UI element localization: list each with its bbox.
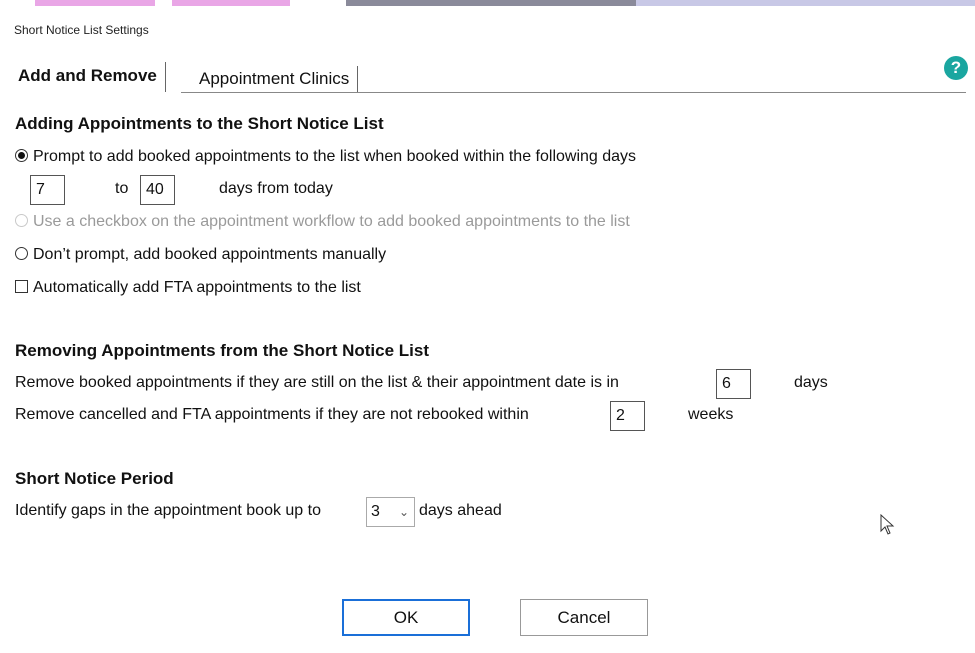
remove-booked-unit: days bbox=[794, 374, 828, 391]
auto-fta-label: Automatically add FTA appointments to th… bbox=[33, 279, 361, 296]
tab-add-and-remove[interactable]: Add and Remove bbox=[10, 62, 166, 92]
radio-prompt[interactable] bbox=[15, 149, 28, 162]
remove-cancelled-label: Remove cancelled and FTA appointments if… bbox=[15, 406, 529, 423]
period-days-value: 3 bbox=[371, 503, 380, 520]
remove-booked-label: Remove booked appointments if they are s… bbox=[15, 374, 619, 391]
cancel-button[interactable]: Cancel bbox=[520, 599, 648, 636]
radio-checkbox bbox=[15, 214, 28, 227]
radio-prompt-label: Prompt to add booked appointments to the… bbox=[33, 148, 637, 165]
days-from-today-label: days from today bbox=[219, 180, 333, 197]
remove-cancelled-weeks-input[interactable]: 2 bbox=[610, 401, 645, 431]
radio-checkbox-label: Use a checkbox on the appointment workfl… bbox=[33, 213, 630, 230]
adding-heading: Adding Appointments to the Short Notice … bbox=[15, 114, 384, 133]
radio-manual-label: Don’t prompt, add booked appointments ma… bbox=[33, 246, 387, 263]
chevron-down-icon: ⌄ bbox=[398, 505, 409, 519]
remove-cancelled-unit: weeks bbox=[688, 406, 734, 423]
period-days-select[interactable]: 3 ⌄ bbox=[366, 497, 415, 527]
background-window-strip bbox=[0, 0, 975, 14]
radio-manual[interactable] bbox=[15, 247, 28, 260]
tab-divider bbox=[181, 92, 966, 93]
mouse-pointer-icon bbox=[880, 514, 895, 535]
period-suffix: days ahead bbox=[419, 502, 502, 519]
help-icon[interactable]: ? bbox=[944, 56, 968, 80]
from-days-input[interactable]: 7 bbox=[30, 175, 65, 205]
auto-fta-checkbox[interactable] bbox=[15, 280, 28, 293]
radio-checkbox-option: Use a checkbox on the appointment workfl… bbox=[15, 213, 630, 231]
window-title: Short Notice List Settings bbox=[14, 23, 149, 37]
tab-appointment-clinics[interactable]: Appointment Clinics bbox=[191, 66, 359, 92]
to-days-input[interactable]: 40 bbox=[140, 175, 175, 205]
removing-heading: Removing Appointments from the Short Not… bbox=[15, 341, 429, 360]
to-label: to bbox=[115, 180, 129, 197]
period-heading: Short Notice Period bbox=[15, 469, 174, 488]
ok-button[interactable]: OK bbox=[342, 599, 470, 636]
radio-manual-option[interactable]: Don’t prompt, add booked appointments ma… bbox=[15, 246, 386, 264]
remove-booked-days-input[interactable]: 6 bbox=[716, 369, 751, 399]
period-label: Identify gaps in the appointment book up… bbox=[15, 502, 321, 519]
radio-prompt-option[interactable]: Prompt to add booked appointments to the… bbox=[15, 148, 636, 166]
auto-fta-option[interactable]: Automatically add FTA appointments to th… bbox=[15, 279, 361, 297]
tab-bar: Add and Remove Appointment Clinics bbox=[10, 62, 965, 92]
